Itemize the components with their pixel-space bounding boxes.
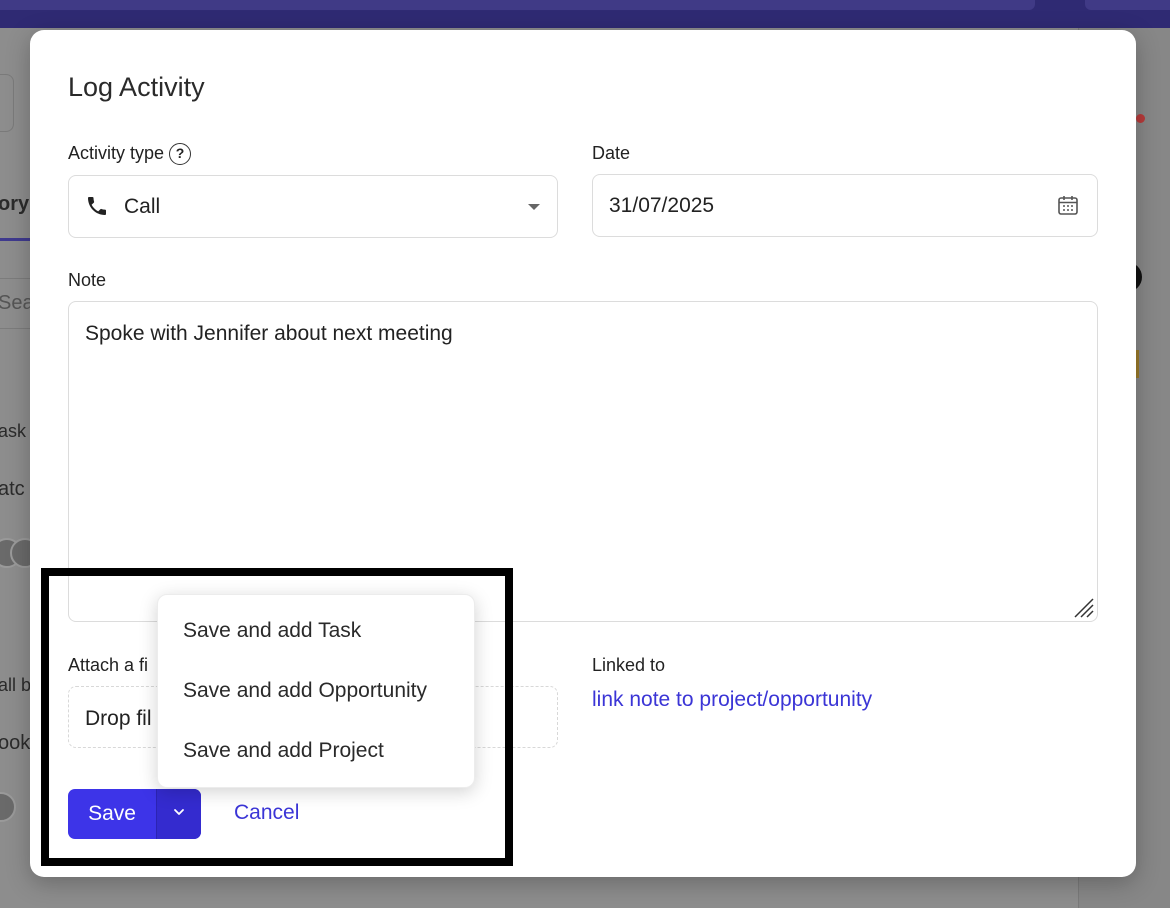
activity-type-value: Call xyxy=(124,195,161,218)
date-label: Date xyxy=(592,143,631,163)
topbar-search-area xyxy=(0,0,1035,10)
chevron-down-icon xyxy=(174,809,184,815)
background-tab-underline xyxy=(0,238,30,241)
background-notification-dot xyxy=(1136,114,1145,123)
background-tab-label: ory xyxy=(0,193,30,215)
background-search-placeholder: Sea xyxy=(0,292,34,314)
note-label: Note xyxy=(68,270,107,290)
attach-file-label: Attach a fi xyxy=(68,655,149,675)
menu-item-save-add-project[interactable]: Save and add Project xyxy=(183,739,384,763)
save-split-button: Save xyxy=(68,789,201,839)
save-options-toggle[interactable] xyxy=(156,789,201,839)
note-textarea[interactable]: Spoke with Jennifer about next meeting xyxy=(68,301,1098,622)
note-value: Spoke with Jennifer about next meeting xyxy=(85,322,453,345)
background-text: atc xyxy=(0,478,25,500)
background-divider xyxy=(0,278,30,279)
phone-icon xyxy=(88,197,106,215)
background-text: ook xyxy=(0,732,31,754)
background-divider xyxy=(0,328,30,329)
save-options-menu: Save and add Task Save and add Opportuni… xyxy=(157,594,475,788)
app-topbar xyxy=(0,0,1170,28)
link-note-link[interactable]: link note to project/opportunity xyxy=(592,688,872,712)
cancel-button[interactable]: Cancel xyxy=(234,801,299,825)
linked-to-label: Linked to xyxy=(592,655,666,675)
menu-item-save-add-opportunity[interactable]: Save and add Opportunity xyxy=(183,679,427,703)
resize-handle-icon[interactable] xyxy=(1069,593,1095,619)
background-text: all b xyxy=(0,675,32,695)
activity-type-label-text: Activity type xyxy=(68,143,165,163)
topbar-right-area xyxy=(1085,0,1170,10)
date-value: 31/07/2025 xyxy=(609,194,715,217)
modal-title: Log Activity xyxy=(68,72,205,102)
save-button[interactable]: Save xyxy=(68,789,156,839)
help-icon[interactable]: ? xyxy=(169,143,192,165)
background-card xyxy=(0,74,14,132)
background-text: ask xyxy=(0,421,27,441)
date-input[interactable]: 31/07/2025 xyxy=(592,174,1098,237)
menu-item-save-add-task[interactable]: Save and add Task xyxy=(183,619,361,643)
activity-type-label: Activity type? xyxy=(68,143,192,165)
caret-down-icon xyxy=(528,204,540,210)
activity-type-select[interactable]: Call xyxy=(68,175,558,238)
drop-zone-text: Drop fil xyxy=(85,707,152,730)
calendar-icon[interactable] xyxy=(1056,193,1080,217)
